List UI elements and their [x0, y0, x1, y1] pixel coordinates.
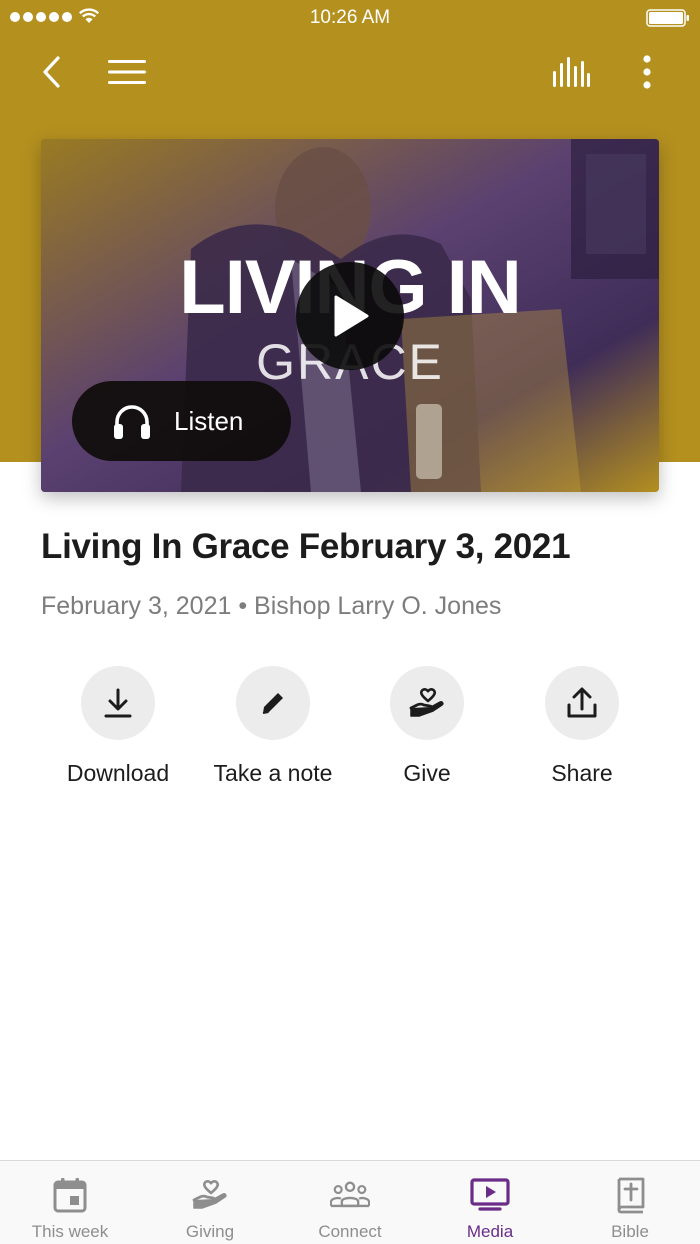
back-button[interactable]	[28, 50, 74, 94]
pencil-icon	[262, 693, 283, 714]
audio-bars-icon	[553, 57, 590, 87]
give-button[interactable]	[390, 666, 464, 740]
audio-levels-button[interactable]	[548, 50, 594, 94]
play-button[interactable]	[296, 262, 404, 370]
heart-hand-icon	[192, 1180, 227, 1209]
download-label: Download	[66, 760, 170, 786]
battery-icon	[646, 9, 689, 27]
bible-icon	[617, 1177, 645, 1214]
people-icon	[330, 1181, 370, 1208]
share-action[interactable]: Share	[502, 666, 662, 787]
heart-hand-icon	[409, 688, 444, 717]
sermon-video-thumbnail[interactable]: LIVING IN GRACE Listen	[41, 139, 659, 492]
tab-label: Giving	[185, 1222, 235, 1241]
tab-label: Connect	[318, 1222, 382, 1241]
share-button[interactable]	[545, 666, 619, 740]
action-row: Download Take a note Give Share	[0, 666, 700, 796]
take-note-label: Take a note	[213, 760, 333, 786]
tab-media[interactable]: Media	[420, 1161, 560, 1244]
menu-button[interactable]	[104, 50, 150, 94]
calendar-icon	[53, 1178, 87, 1213]
tab-connect[interactable]: Connect	[280, 1161, 420, 1244]
tab-bible[interactable]: Bible	[560, 1161, 700, 1244]
listen-button[interactable]: Listen	[72, 381, 291, 461]
tv-play-icon	[470, 1178, 510, 1211]
play-icon	[334, 295, 369, 337]
status-time: 10:26 AM	[309, 7, 391, 28]
more-vertical-icon	[643, 55, 651, 89]
give-label: Give	[403, 760, 451, 786]
download-button[interactable]	[81, 666, 155, 740]
status-bar: 10:26 AM	[0, 0, 700, 36]
take-note-action[interactable]: Take a note	[193, 666, 353, 787]
top-nav-bar	[0, 40, 700, 104]
share-label: Share	[551, 760, 613, 786]
tab-label: Bible	[611, 1222, 649, 1241]
take-note-button[interactable]	[236, 666, 310, 740]
chevron-left-icon	[43, 56, 60, 88]
hamburger-menu-icon	[108, 60, 146, 84]
download-action[interactable]: Download	[38, 666, 198, 787]
headphones-icon	[114, 405, 150, 439]
share-icon	[567, 687, 597, 718]
tab-this-week[interactable]: This week	[0, 1161, 140, 1244]
tab-giving[interactable]: Giving	[140, 1161, 280, 1244]
sermon-meta: February 3, 2021 • Bishop Larry O. Jones	[41, 592, 502, 620]
give-action[interactable]: Give	[347, 666, 507, 787]
more-options-button[interactable]	[624, 50, 670, 94]
tab-label: Media	[466, 1222, 514, 1241]
listen-label: Listen	[174, 405, 244, 436]
sermon-title: Living In Grace February 3, 2021	[41, 527, 571, 566]
bottom-tab-bar: This week Giving Connect Media Bible	[0, 1160, 700, 1244]
tab-label: This week	[31, 1222, 109, 1241]
download-icon	[104, 688, 132, 718]
